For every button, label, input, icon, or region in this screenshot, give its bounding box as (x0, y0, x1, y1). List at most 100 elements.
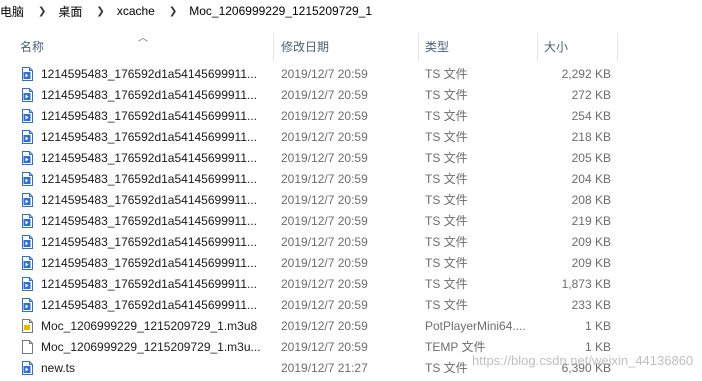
file-row[interactable]: 1214595483_176592d1a54145699911... 2019/1… (0, 190, 702, 211)
breadcrumb-item[interactable]: xcache (117, 4, 155, 18)
file-size: 218 KB (571, 130, 611, 144)
file-name: 1214595483_176592d1a54145699911... (41, 130, 257, 144)
file-date: 2019/12/7 20:59 (281, 172, 368, 186)
ts-file-icon (22, 361, 33, 375)
ts-file-icon (22, 172, 33, 186)
ts-file-icon (22, 235, 33, 249)
breadcrumb-separator-icon[interactable]: ❯ (96, 6, 104, 17)
file-size: 233 KB (571, 298, 611, 312)
file-date: 2019/12/7 20:59 (281, 67, 368, 81)
file-size: 219 KB (571, 214, 611, 228)
file-name: Moc_1206999229_1215209729_1.m3u... (41, 340, 261, 354)
file-type: TS 文件 (425, 109, 468, 123)
file-date: 2019/12/7 20:59 (281, 193, 368, 207)
column-header-name[interactable]: 名称 (20, 33, 44, 61)
file-row[interactable]: 1214595483_176592d1a54145699911... 2019/1… (0, 64, 702, 85)
file-name: 1214595483_176592d1a54145699911... (41, 193, 257, 207)
file-type: TS 文件 (425, 67, 468, 81)
ts-file-icon (22, 298, 33, 312)
ts-file-icon (22, 193, 33, 207)
file-type: TS 文件 (425, 151, 468, 165)
column-divider[interactable] (537, 33, 538, 61)
file-size: 208 KB (571, 193, 611, 207)
column-divider[interactable] (273, 33, 274, 61)
breadcrumb-separator-icon[interactable]: ❯ (38, 6, 46, 17)
file-row[interactable]: Moc_1206999229_1215209729_1.m3u8 2019/12/… (0, 316, 702, 337)
file-name: 1214595483_176592d1a54145699911... (41, 109, 257, 123)
file-size: 2,292 KB (561, 67, 611, 81)
file-name: 1214595483_176592d1a54145699911... (41, 235, 257, 249)
file-row[interactable]: 1214595483_176592d1a54145699911... 2019/1… (0, 169, 702, 190)
file-size: 1 KB (584, 319, 611, 333)
file-row[interactable]: 1214595483_176592d1a54145699911... 2019/1… (0, 106, 702, 127)
ts-file-icon (22, 277, 33, 291)
file-date: 2019/12/7 20:59 (281, 109, 368, 123)
column-divider[interactable] (617, 33, 618, 61)
file-row[interactable]: 1214595483_176592d1a54145699911... 2019/1… (0, 295, 702, 316)
file-date: 2019/12/7 20:59 (281, 319, 368, 333)
file-date: 2019/12/7 20:59 (281, 235, 368, 249)
file-date: 2019/12/7 20:59 (281, 214, 368, 228)
file-name: 1214595483_176592d1a54145699911... (41, 214, 257, 228)
ts-file-icon (22, 88, 33, 102)
column-header: ︿ 名称 修改日期 类型 大小 (0, 33, 702, 61)
ts-file-icon (22, 151, 33, 165)
file-name: 1214595483_176592d1a54145699911... (41, 256, 257, 270)
file-type: TS 文件 (425, 193, 468, 207)
breadcrumb-item[interactable]: 此电脑 (0, 3, 24, 20)
file-row[interactable]: 1214595483_176592d1a54145699911... 2019/1… (0, 274, 702, 295)
file-name: new.ts (41, 361, 76, 375)
file-date: 2019/12/7 20:59 (281, 130, 368, 144)
sort-ascending-icon: ︿ (138, 33, 148, 44)
file-name: 1214595483_176592d1a54145699911... (41, 298, 257, 312)
file-name: 1214595483_176592d1a54145699911... (41, 172, 257, 186)
column-header-date[interactable]: 修改日期 (281, 33, 329, 61)
file-row[interactable]: 1214595483_176592d1a54145699911... 2019/1… (0, 127, 702, 148)
breadcrumb-separator-icon[interactable]: ❯ (169, 6, 177, 17)
file-name: Moc_1206999229_1215209729_1.m3u8 (41, 319, 258, 333)
file-date: 2019/12/7 20:59 (281, 88, 368, 102)
file-name: 1214595483_176592d1a54145699911... (41, 88, 257, 102)
file-name: 1214595483_176592d1a54145699911... (41, 67, 257, 81)
file-date: 2019/12/7 21:27 (281, 361, 368, 375)
file-size: 1,873 KB (561, 277, 611, 291)
file-type: TS 文件 (425, 172, 468, 186)
file-size: 209 KB (571, 256, 611, 270)
file-size: 205 KB (571, 151, 611, 165)
file-size: 254 KB (571, 109, 611, 123)
breadcrumb: 此电脑 ❯ 桌面 ❯ xcache ❯ Moc_1206999229_1215209729_… (0, 0, 702, 22)
file-row[interactable]: 1214595483_176592d1a54145699911... 2019/1… (0, 253, 702, 274)
file-date: 2019/12/7 20:59 (281, 340, 368, 354)
file-type: TS 文件 (425, 235, 468, 249)
ts-file-icon (22, 130, 33, 144)
file-size: 204 KB (571, 172, 611, 186)
file-type: TS 文件 (425, 277, 468, 291)
file-type: TS 文件 (425, 256, 468, 270)
file-date: 2019/12/7 20:59 (281, 151, 368, 165)
ts-file-icon (22, 256, 33, 270)
file-row[interactable]: 1214595483_176592d1a54145699911... 2019/1… (0, 211, 702, 232)
column-header-type[interactable]: 类型 (425, 33, 449, 61)
file-name: 1214595483_176592d1a54145699911... (41, 277, 257, 291)
file-name: 1214595483_176592d1a54145699911... (41, 151, 257, 165)
file-date: 2019/12/7 20:59 (281, 256, 368, 270)
file-type: TS 文件 (425, 214, 468, 228)
ts-file-icon (22, 214, 33, 228)
m3u8-file-icon (22, 319, 33, 333)
file-row[interactable]: 1214595483_176592d1a54145699911... 2019/1… (0, 148, 702, 169)
file-type: PotPlayerMini64.... (425, 319, 526, 333)
column-header-size[interactable]: 大小 (544, 33, 568, 61)
breadcrumb-item[interactable]: Moc_1206999229_1215209729_1 (189, 4, 372, 18)
file-type: TS 文件 (425, 88, 468, 102)
column-divider[interactable] (418, 33, 419, 61)
file-size: 272 KB (571, 88, 611, 102)
watermark: https://blog.csdn.net/weixin_44136860 (472, 353, 694, 368)
file-size: 209 KB (571, 235, 611, 249)
file-date: 2019/12/7 20:59 (281, 298, 368, 312)
file-row[interactable]: 1214595483_176592d1a54145699911... 2019/1… (0, 85, 702, 106)
file-row[interactable]: 1214595483_176592d1a54145699911... 2019/1… (0, 232, 702, 253)
blank-file-icon (22, 340, 33, 354)
file-type: TS 文件 (425, 298, 468, 312)
file-type: TS 文件 (425, 130, 468, 144)
breadcrumb-item[interactable]: 桌面 (58, 3, 82, 20)
